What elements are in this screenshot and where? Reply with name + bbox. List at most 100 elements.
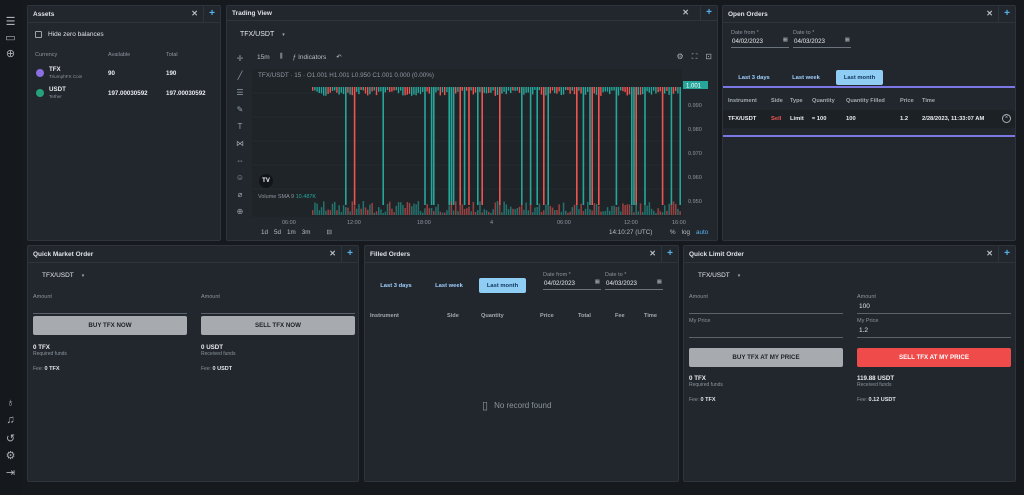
settings-icon[interactable]: ⚙ — [4, 450, 17, 463]
candle — [316, 87, 318, 92]
brush-icon[interactable]: ✎ — [237, 105, 244, 114]
calendar-icon[interactable]: ▦ — [783, 37, 788, 43]
trend-line-icon[interactable]: ╱ — [238, 71, 243, 80]
date-range-icon[interactable]: ⊟ — [327, 229, 332, 236]
window-icon[interactable]: ▭ — [4, 32, 17, 45]
emoji-icon[interactable]: ☺ — [236, 173, 244, 182]
settings-icon[interactable]: ⚙ — [677, 52, 684, 62]
cancel-order-icon[interactable]: × — [1002, 114, 1011, 123]
indicators-button[interactable]: ƒ Indicators — [293, 54, 327, 61]
close-icon[interactable]: ✕ — [682, 8, 689, 17]
ruler-icon[interactable]: ⌀ — [238, 190, 243, 199]
auto-scale-button[interactable]: auto — [696, 229, 708, 236]
close-icon[interactable]: ✕ — [191, 9, 198, 18]
candle — [413, 87, 415, 95]
volume-bar — [514, 209, 516, 215]
volume-bar — [406, 202, 409, 215]
tab-last-week[interactable]: Last week — [783, 70, 829, 85]
buy-now-button[interactable]: BUY TFX NOW — [33, 316, 187, 335]
hide-zero-checkbox[interactable] — [35, 31, 42, 38]
close-icon[interactable]: ✕ — [649, 249, 656, 258]
add-panel-button[interactable]: + — [341, 246, 358, 263]
calendar-icon[interactable]: ▦ — [657, 279, 662, 285]
range-1d[interactable]: 1d — [261, 229, 268, 236]
undo-icon[interactable]: ↶ — [336, 53, 341, 61]
candle — [345, 87, 347, 205]
candle — [664, 87, 666, 94]
tab-last-3-days[interactable]: Last 3 days — [373, 278, 419, 293]
logout-icon[interactable]: ⇥ — [4, 467, 17, 480]
add-panel-button[interactable]: + — [661, 246, 678, 263]
volume-bar — [532, 212, 534, 215]
candle — [503, 87, 505, 92]
bulb-icon[interactable]: ♁ — [4, 397, 17, 410]
price-chart[interactable]: 1.001 0.990 0.980 0.970 0.960 0.950 06:00 12:00… — [252, 69, 718, 229]
camera-icon[interactable]: ⊡ — [705, 52, 712, 62]
candle — [677, 87, 679, 94]
bell-icon[interactable]: ♫ — [4, 414, 17, 427]
add-panel-button[interactable]: + — [203, 6, 220, 23]
candle — [364, 87, 367, 94]
sell-myprice-input[interactable]: 1.2 — [857, 326, 1011, 338]
candle — [626, 87, 628, 96]
row-price: 1.2 — [900, 116, 909, 122]
sell-now-button[interactable]: SELL TFX NOW — [201, 316, 355, 335]
received-funds-label: Received funds — [201, 351, 236, 357]
history-icon[interactable]: ↺ — [4, 433, 17, 446]
close-icon[interactable]: ✕ — [986, 249, 993, 258]
log-scale-button[interactable]: log — [682, 229, 690, 236]
pattern-icon[interactable]: ⋈ — [236, 139, 244, 148]
sell-amount-input[interactable] — [201, 302, 355, 314]
add-circle-icon[interactable]: ⊕ — [4, 48, 17, 61]
zoom-icon[interactable]: ⊕ — [237, 207, 244, 216]
oo-date-to[interactable]: Date to * 04/03/2023 ▦ — [793, 30, 851, 48]
add-panel-button[interactable]: + — [998, 6, 1015, 23]
range-5d[interactable]: 5d — [274, 229, 281, 236]
buy-amount-input[interactable] — [689, 302, 843, 314]
range-3m[interactable]: 3m — [302, 229, 311, 236]
pair-select[interactable]: TFX/USDT ▾ — [42, 272, 84, 279]
measure-icon[interactable]: ⇔ — [236, 156, 244, 165]
crosshair-icon[interactable]: ✛ — [237, 54, 244, 63]
hide-zero-row[interactable]: Hide zero balances — [35, 31, 104, 38]
fo-date-from[interactable]: Date from * 04/02/2023 ▦ — [543, 272, 601, 290]
buy-at-price-button[interactable]: BUY TFX AT MY PRICE — [689, 348, 843, 367]
tab-last-week[interactable]: Last week — [426, 278, 472, 293]
percent-scale-button[interactable]: % — [670, 229, 676, 236]
tab-last-month[interactable]: Last month — [836, 70, 883, 85]
close-icon[interactable]: ✕ — [986, 9, 993, 18]
symbol-select[interactable]: TFX/USDT ▾ — [240, 31, 285, 38]
col-side: Side — [447, 313, 459, 319]
candle-type-icon[interactable]: ⫼ — [280, 53, 283, 61]
row-filled: 100 — [846, 116, 856, 122]
buy-amount-input[interactable] — [33, 302, 187, 314]
oo-date-from[interactable]: Date from * 04/02/2023 ▦ — [731, 30, 789, 48]
add-panel-button[interactable]: + — [998, 246, 1015, 263]
candle — [569, 87, 571, 94]
volume-bar — [402, 204, 404, 215]
text-icon[interactable]: T — [238, 122, 243, 131]
fib-icon[interactable]: ☰ — [236, 88, 243, 97]
trading-view-panel: Trading View ✕ + TFX/USDT ▾ 15m ⫼ ƒ Indic… — [226, 5, 718, 241]
tab-last-month[interactable]: Last month — [479, 278, 526, 293]
required-funds-label: Required funds — [689, 382, 723, 388]
interval-button[interactable]: 15m — [257, 54, 270, 61]
fo-date-to[interactable]: Date to * 04/03/2023 ▦ — [605, 272, 663, 290]
fullscreen-icon[interactable]: ⛶ — [692, 52, 698, 62]
sell-amount-input[interactable]: 100 — [857, 302, 1011, 314]
tab-last-3-days[interactable]: Last 3 days — [731, 70, 777, 85]
candle — [562, 87, 565, 95]
add-panel-button[interactable]: + — [700, 6, 717, 21]
buy-myprice-input[interactable] — [689, 326, 843, 338]
volume-bar — [474, 212, 477, 215]
menu-icon[interactable]: ☰ — [4, 16, 17, 29]
candle — [481, 87, 483, 205]
calendar-icon[interactable]: ▦ — [595, 279, 600, 285]
volume-bar — [435, 206, 437, 215]
sell-at-price-button[interactable]: SELL TFX AT MY PRICE — [857, 348, 1011, 367]
close-icon[interactable]: ✕ — [329, 249, 336, 258]
range-1m[interactable]: 1m — [287, 229, 296, 236]
calendar-icon[interactable]: ▦ — [845, 37, 850, 43]
volume-bar — [562, 202, 565, 215]
pair-select[interactable]: TFX/USDT ▾ — [698, 272, 740, 279]
